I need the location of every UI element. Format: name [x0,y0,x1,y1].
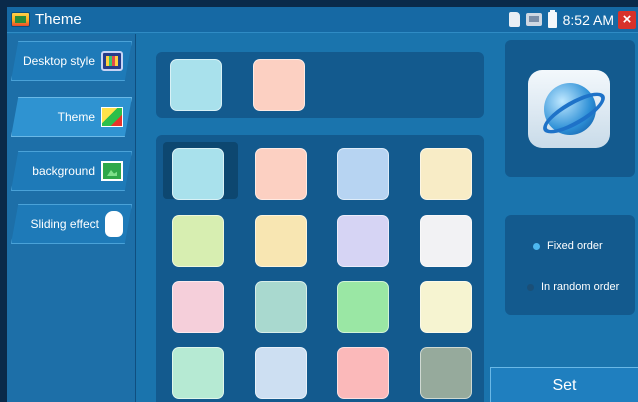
theme-swatch[interactable] [172,215,224,267]
desktop-style-icon [101,51,123,71]
globe-icon [544,83,596,135]
theme-swatch[interactable] [255,148,307,200]
set-button[interactable]: Set [490,367,638,402]
battery-icon [547,9,557,28]
sidebar-item-desktop-style[interactable]: Desktop style [11,41,132,81]
theme-swatch[interactable] [420,281,472,333]
radio-label: Fixed order [547,240,603,252]
app-theme-icon [11,12,30,27]
sidebar-item-label: Theme [57,110,95,124]
theme-swatch[interactable] [172,347,224,399]
theme-swatch[interactable] [255,215,307,267]
theme-swatch[interactable] [172,281,224,333]
preview-swatch [170,59,222,111]
radio-dot-selected [533,242,540,250]
sidebar-item-label: Sliding effect [30,217,100,231]
theme-grid [156,135,484,402]
sd-card-icon [508,12,520,27]
sidebar-item-background[interactable]: background [11,151,132,191]
theme-swatch[interactable] [337,215,389,267]
title-bar: Theme 8:52 AM × [7,7,638,33]
radio-dot [527,283,534,291]
sidebar-item-label: Desktop style [22,54,95,68]
theme-swatch[interactable] [337,347,389,399]
sidebar-item-label: background [32,164,95,178]
status-area: 8:52 AM × [508,7,638,32]
network-icon [525,13,542,26]
preview-swatch [253,59,305,111]
theme-swatch[interactable] [255,347,307,399]
theme-icon [101,107,123,127]
hand-pointer-icon [105,211,123,237]
radio-label: In random order [541,281,620,293]
theme-swatch[interactable] [172,148,224,200]
radio-fixed-order[interactable]: Fixed order [533,240,603,252]
close-button[interactable]: × [618,10,636,29]
window-title: Theme [35,11,82,28]
theme-swatch[interactable] [337,148,389,200]
order-options: Fixed order In random order [505,215,635,315]
radio-random-order[interactable]: In random order [527,281,619,293]
theme-preview [156,52,484,118]
background-picture-icon [101,161,123,181]
clock: 8:52 AM [562,11,614,28]
logo-panel [505,40,635,177]
sidebar-item-theme[interactable]: Theme [11,97,132,137]
theme-swatch[interactable] [420,148,472,200]
app-logo-tile [528,70,610,148]
theme-swatch[interactable] [337,281,389,333]
sidebar-item-sliding-effect[interactable]: Sliding effect [11,204,132,244]
theme-swatch[interactable] [420,215,472,267]
theme-swatch[interactable] [420,347,472,399]
device-screen: Theme 8:52 AM × Desktop style Theme back… [7,7,638,402]
theme-swatch[interactable] [255,281,307,333]
sidebar: Desktop style Theme background Sliding e… [7,34,136,402]
